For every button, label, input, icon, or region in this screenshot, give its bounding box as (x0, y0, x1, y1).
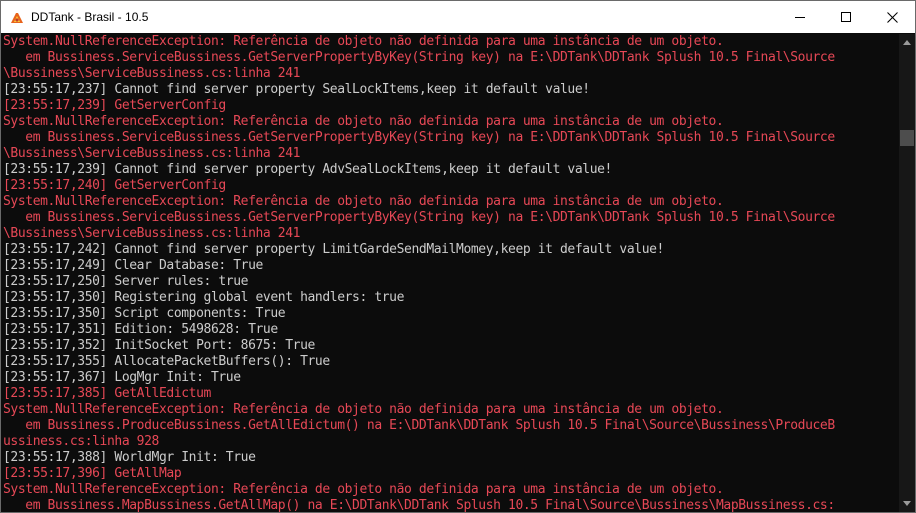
console-line: [23:55:17,242] Cannot find server proper… (3, 242, 664, 257)
console-line: [23:55:17,250] Server rules: true (3, 274, 249, 289)
console-output[interactable]: System.NullReferenceException: Referênci… (1, 34, 899, 512)
console-line: System.NullReferenceException: Referênci… (3, 482, 724, 497)
minimize-icon (795, 17, 805, 18)
maximize-button[interactable] (823, 1, 869, 33)
title-bar[interactable]: DDTank - Brasil - 10.5 (1, 1, 915, 33)
console-line: System.NullReferenceException: Referênci… (3, 194, 724, 209)
scroll-up-icon (903, 40, 911, 45)
console-line: \Bussiness\ServiceBussiness.cs:linha 241 (3, 146, 301, 161)
console-line: ussiness.cs:linha 928 (3, 434, 159, 449)
console-line: em Bussiness.MapBussiness.GetAllMap() na… (3, 498, 835, 512)
console-line: em Bussiness.ServiceBussiness.GetServerP… (3, 130, 835, 145)
console-line: [23:55:17,396] GetAllMap (3, 466, 182, 481)
console-line: [23:55:17,239] GetServerConfig (3, 98, 226, 113)
console-line: [23:55:17,352] InitSocket Port: 8675: Tr… (3, 338, 315, 353)
scroll-up-button[interactable] (899, 34, 915, 51)
console-line: em Bussiness.ProduceBussiness.GetAllEdic… (3, 418, 835, 433)
console-line: \Bussiness\ServiceBussiness.cs:linha 241 (3, 66, 301, 81)
minimize-button[interactable] (777, 1, 823, 33)
vertical-scrollbar[interactable] (899, 34, 915, 512)
console-line: [23:55:17,237] Cannot find server proper… (3, 82, 590, 97)
console-line: [23:55:17,249] Clear Database: True (3, 258, 263, 273)
scroll-down-icon (903, 501, 911, 506)
scrollbar-thumb[interactable] (900, 130, 914, 146)
console-line: [23:55:17,350] Script components: True (3, 306, 286, 321)
ddtank-app-icon (9, 10, 25, 26)
console-line: System.NullReferenceException: Referênci… (3, 402, 724, 417)
console-line: em Bussiness.ServiceBussiness.GetServerP… (3, 210, 835, 225)
console-line: [23:55:17,367] LogMgr Init: True (3, 370, 241, 385)
close-icon (886, 11, 898, 23)
maximize-icon (841, 12, 851, 22)
close-button[interactable] (869, 1, 915, 33)
console-line: System.NullReferenceException: Referênci… (3, 34, 724, 49)
console-line: [23:55:17,388] WorldMgr Init: True (3, 450, 256, 465)
console-line: System.NullReferenceException: Referênci… (3, 114, 724, 129)
console-window: DDTank - Brasil - 10.5 System.NullRefere… (0, 0, 916, 513)
console-line: [23:55:17,350] Registering global event … (3, 290, 405, 305)
console-line: [23:55:17,351] Edition: 5498628: True (3, 322, 278, 337)
window-title: DDTank - Brasil - 10.5 (31, 10, 149, 24)
scroll-down-button[interactable] (899, 495, 915, 512)
console-line: [23:55:17,240] GetServerConfig (3, 178, 226, 193)
console-line: [23:55:17,355] AllocatePacketBuffers(): … (3, 354, 330, 369)
console-line: em Bussiness.ServiceBussiness.GetServerP… (3, 50, 835, 65)
console-line: [23:55:17,385] GetAllEdictum (3, 386, 211, 401)
console-line: \Bussiness\ServiceBussiness.cs:linha 241 (3, 226, 301, 241)
console-line: [23:55:17,239] Cannot find server proper… (3, 162, 612, 177)
